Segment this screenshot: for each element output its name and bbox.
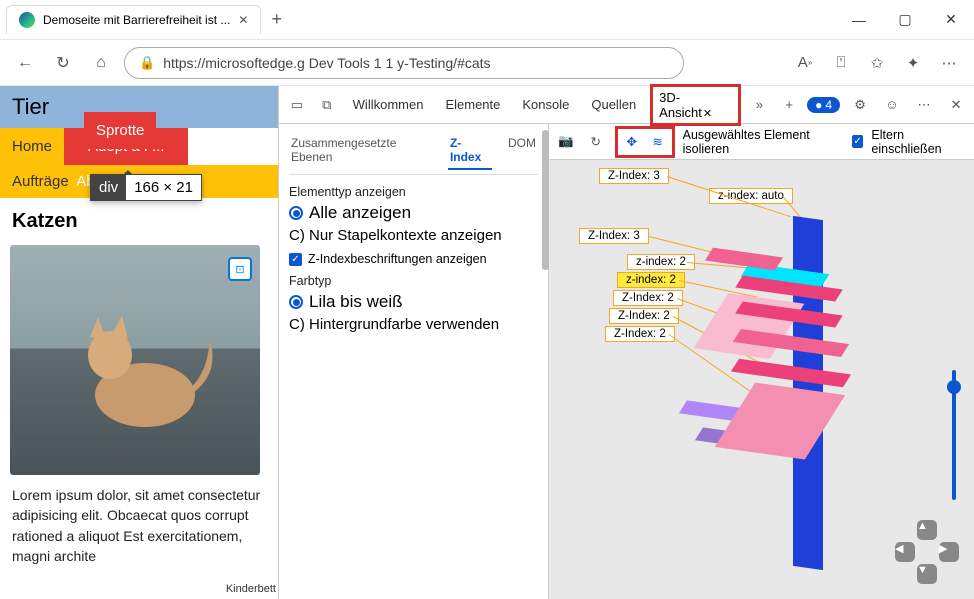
dpad-right[interactable]: ▶ xyxy=(939,542,959,562)
subtabs: Zusammengesetzte Ebenen Z-Index DOM xyxy=(289,132,538,175)
cat-illustration xyxy=(50,275,220,445)
dpad-up[interactable]: ▲ xyxy=(917,520,937,540)
zlabel[interactable]: Z-Index: 2 xyxy=(613,290,683,306)
subtab-composited[interactable]: Zusammengesetzte Ebenen xyxy=(289,132,434,170)
reading-mode-icon[interactable]: A» xyxy=(790,48,820,78)
url-text: https://microsoftedge.g Dev Tools 1 1 y-… xyxy=(163,55,490,71)
reset-view-icon[interactable]: ↻ xyxy=(585,130,607,154)
more-icon[interactable]: ⋯ xyxy=(934,48,964,78)
settings-icon[interactable]: ⚙ xyxy=(848,93,872,117)
zlabel[interactable]: z-index: 2 xyxy=(627,254,695,270)
scrollbar-thumb[interactable] xyxy=(542,130,549,270)
edge-icon xyxy=(19,12,35,28)
devtools: ▭ ⧉ Willkommen Elemente Konsole Quellen … xyxy=(278,86,974,599)
minimize-button[interactable]: — xyxy=(836,0,882,40)
device-icon[interactable]: ⧉ xyxy=(315,93,339,117)
favorites-icon[interactable]: ✩ xyxy=(862,48,892,78)
zlabel-selected[interactable]: z-index: 2 xyxy=(617,272,685,288)
page-content: Tier Home Sprotte Adopt a P... div 166 ×… xyxy=(0,86,278,599)
radio-icon xyxy=(289,206,303,220)
subtab-dom[interactable]: DOM xyxy=(506,132,538,170)
tab-console[interactable]: Konsole xyxy=(514,91,577,118)
lorem-text: Lorem ipsum dolor, sit amet consectetur … xyxy=(0,479,278,572)
screenshot-icon[interactable]: 📷 xyxy=(555,130,577,154)
checkbox-zindex-labels[interactable]: ✓ Z-Indexbeschriftungen anzeigen xyxy=(289,252,538,266)
3d-view-panel: 📷 ↻ ✥ ≋ Ausgewähltes Element isolieren ✓… xyxy=(549,124,974,599)
zlabel[interactable]: z-index: auto xyxy=(709,188,793,204)
parents-checkbox[interactable]: ✓ xyxy=(852,135,864,148)
tab-title: Demoseite mit Barrierefreiheit ist ... xyxy=(43,13,230,27)
refresh-button[interactable]: ↻ xyxy=(48,48,78,78)
zlabel[interactable]: Z-Index: 3 xyxy=(599,168,669,184)
section-heading: Katzen xyxy=(0,198,278,241)
checkbox-icon: ✓ xyxy=(289,253,302,266)
tab-3d-view[interactable]: 3D-Ansicht✕ xyxy=(650,84,741,126)
nav-auftrage[interactable]: Aufträge xyxy=(12,173,69,190)
subtab-z-index[interactable]: Z-Index xyxy=(448,132,492,170)
titlebar: Demoseite mit Barrierefreiheit ist ... ✕… xyxy=(0,0,974,40)
close-tab-icon[interactable]: ✕ xyxy=(238,13,248,27)
translate-icon[interactable]: ⍞ xyxy=(826,48,856,78)
maximize-button[interactable]: ▢ xyxy=(882,0,928,40)
kebab-icon[interactable]: ⋯ xyxy=(912,93,936,117)
issues-badge[interactable]: ● 4 xyxy=(807,97,840,113)
address-bar: ← ↻ ⌂ 🔒 https://microsoftedge.g Dev Tool… xyxy=(0,40,974,86)
window-controls: — ▢ ✕ xyxy=(836,0,974,40)
highlighted-tools: ✥ ≋ xyxy=(615,126,675,158)
browser-tab[interactable]: Demoseite mit Barrierefreiheit ist ... ✕ xyxy=(6,5,261,34)
close-window-button[interactable]: ✕ xyxy=(928,0,974,40)
zlabel[interactable]: Z-Index: 2 xyxy=(605,326,675,342)
radio-show-all[interactable]: Alle anzeigen xyxy=(289,203,538,223)
tab-welcome[interactable]: Willkommen xyxy=(345,91,432,118)
tab-sources[interactable]: Quellen xyxy=(583,91,644,118)
zlabel[interactable]: Z-Index: 3 xyxy=(579,228,649,244)
close-tab-icon[interactable]: ✕ xyxy=(703,108,712,120)
url-input[interactable]: 🔒 https://microsoftedge.g Dev Tools 1 1 … xyxy=(124,47,684,79)
new-tab-button[interactable]: + xyxy=(271,9,282,30)
colortype-title: Farbtyp xyxy=(289,274,538,288)
radio-icon xyxy=(289,295,303,309)
tooltip-dims: 166 × 21 xyxy=(126,175,201,200)
radio-purple-white[interactable]: Lila bis weiß xyxy=(289,292,538,312)
zlabel[interactable]: Z-Index: 2 xyxy=(609,308,679,324)
radio-stack-contexts[interactable]: C) Nur Stapelkontexte anzeigen xyxy=(289,227,538,244)
copilot-icon[interactable]: ✦ xyxy=(898,48,928,78)
isolate-label: Ausgewähltes Element isolieren xyxy=(683,128,844,156)
pan-icon[interactable]: ✥ xyxy=(620,130,644,154)
parents-label: Eltern einschließen xyxy=(871,128,968,156)
back-button[interactable]: ← xyxy=(10,48,40,78)
z-index-settings-panel: Zusammengesetzte Ebenen Z-Index DOM Elem… xyxy=(279,124,549,599)
close-devtools-icon[interactable]: ✕ xyxy=(944,93,968,117)
home-button[interactable]: ⌂ xyxy=(86,48,116,78)
radio-background-color[interactable]: C) Hintergrundfarbe verwenden xyxy=(289,316,538,333)
elementtype-title: Elementtyp anzeigen xyxy=(289,185,538,199)
dpad-down[interactable]: ▼ xyxy=(917,564,937,584)
tab-elements[interactable]: Elemente xyxy=(437,91,508,118)
3d-block xyxy=(731,359,851,388)
cat-image: ⊡ xyxy=(10,245,260,475)
zoom-slider[interactable] xyxy=(952,370,956,500)
nav-adopt[interactable]: Sprotte Adopt a P... xyxy=(64,128,188,165)
layers-icon[interactable]: ≋ xyxy=(646,130,670,154)
3d-block xyxy=(715,383,845,460)
3d-canvas[interactable]: Z-Index: 3 z-index: auto Z-Index: 3 z-in… xyxy=(549,160,974,599)
tooltip-tag: div xyxy=(91,175,126,200)
dpad-left[interactable]: ◀ xyxy=(895,542,915,562)
kinder-label: Kinderbett xyxy=(226,583,276,595)
inspect-icon[interactable]: ▭ xyxy=(285,93,309,117)
3d-toolbar: 📷 ↻ ✥ ≋ Ausgewähltes Element isolieren ✓… xyxy=(549,124,974,160)
element-dimensions-tooltip: div 166 × 21 xyxy=(90,174,202,201)
sprotte-label: Sprotte xyxy=(84,112,156,149)
devtools-tabs: ▭ ⧉ Willkommen Elemente Konsole Quellen … xyxy=(279,86,974,124)
add-tab-icon[interactable]: + xyxy=(777,93,801,117)
lock-icon: 🔒 xyxy=(139,55,155,71)
more-tabs-icon[interactable]: » xyxy=(747,93,771,117)
feedback-icon[interactable]: ☺ xyxy=(880,93,904,117)
dpad: ▲ ◀ ▶ ▼ xyxy=(894,519,960,585)
visual-search-icon[interactable]: ⊡ xyxy=(228,257,252,281)
nav-home[interactable]: Home xyxy=(0,128,64,165)
